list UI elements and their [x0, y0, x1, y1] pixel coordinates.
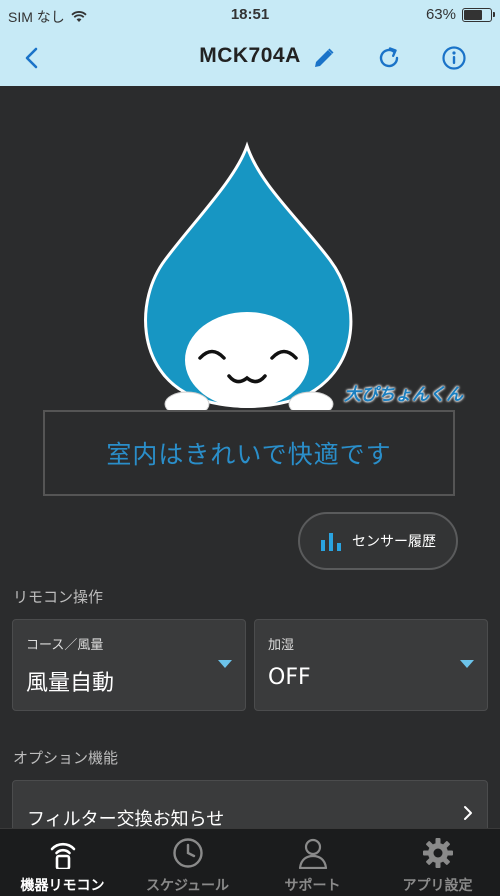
caret-down-icon [218, 660, 232, 668]
humidify-value: OFF [268, 665, 311, 690]
caret-down-icon [460, 660, 474, 668]
tab-remote-label: 機器リモコン [20, 878, 105, 894]
status-bar: SIM なし 18:51 63% [0, 0, 500, 30]
humidify-label: 加湿 [268, 638, 295, 653]
humidify-selector[interactable]: 加湿 OFF [254, 619, 488, 711]
battery-icon [462, 7, 495, 22]
options-section-label: オプション機能 [13, 749, 119, 767]
tab-remote[interactable]: 機器リモコン [0, 829, 125, 896]
battery-percent: 63% [425, 6, 456, 23]
person-icon [298, 838, 327, 869]
tab-schedule[interactable]: スケジュール [125, 829, 250, 896]
pencil-icon [315, 48, 334, 67]
remote-wifi-icon [50, 842, 75, 869]
remote-section-label: リモコン操作 [13, 588, 104, 606]
clock-icon [172, 838, 203, 868]
refresh-button[interactable] [373, 42, 405, 74]
tab-app-settings-label: アプリ設定 [402, 878, 473, 894]
status-message-text: 室内はきれいで快適です [106, 440, 392, 469]
sensor-history-button[interactable]: センサー履歴 [298, 512, 458, 570]
course-fan-selector[interactable]: コース／風量 風量自動 [12, 619, 246, 711]
refresh-icon [379, 47, 399, 68]
tab-bar: 機器リモコン スケジュール サポート アプリ設定 [0, 828, 500, 896]
bar-chart-icon [321, 533, 341, 551]
tab-schedule-label: スケジュール [145, 878, 230, 894]
tab-app-settings[interactable]: アプリ設定 [375, 829, 500, 896]
chevron-right-icon [464, 806, 472, 820]
tab-support[interactable]: サポート [250, 829, 375, 896]
course-fan-value: 風量自動 [26, 671, 115, 696]
sensor-history-label: センサー履歴 [352, 534, 436, 550]
status-right: 63% [425, 6, 495, 23]
edit-button[interactable] [308, 42, 340, 74]
info-button[interactable] [438, 42, 470, 74]
status-message: 室内はきれいで快適です [43, 410, 455, 496]
gear-icon [422, 838, 453, 868]
navigation-bar: MCK704A [0, 30, 500, 86]
mascot-name-logo: 大ぴちょんくん [344, 385, 463, 405]
course-fan-label: コース／風量 [26, 638, 104, 653]
tab-support-label: サポート [284, 878, 341, 894]
page-title: MCK704A [199, 44, 301, 67]
info-icon [442, 46, 466, 70]
